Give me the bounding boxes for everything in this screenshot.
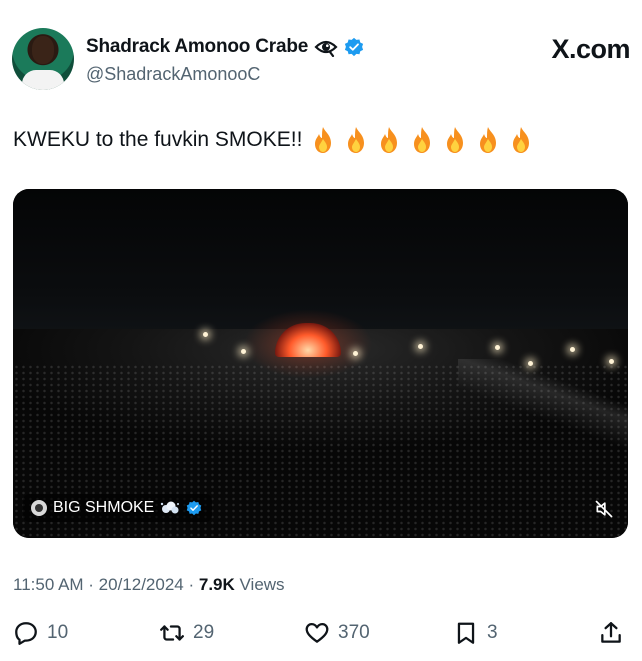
video-channel-label[interactable]: BIG SHMOKE bbox=[23, 494, 213, 522]
reply-icon bbox=[15, 622, 37, 645]
fire-emoji-icon bbox=[410, 126, 434, 154]
views-count: 7.9K bbox=[198, 575, 235, 594]
venue-light bbox=[495, 345, 500, 350]
venue-light bbox=[418, 344, 423, 349]
tweet-text: KWEKU to the fuvkin SMOKE!! bbox=[13, 126, 533, 154]
views-label: Views bbox=[234, 575, 285, 594]
venue-light bbox=[241, 349, 246, 354]
repost-icon bbox=[160, 625, 184, 641]
tweet-actions: 10 29 370 3 bbox=[13, 617, 627, 649]
verified-icon bbox=[344, 37, 364, 57]
repost-button[interactable]: 29 bbox=[159, 620, 214, 646]
repost-count: 29 bbox=[193, 622, 215, 643]
author-name-row: Shadrack Amonoo Crabe bbox=[86, 36, 364, 58]
fire-emoji-icon bbox=[311, 126, 335, 154]
venue-light bbox=[528, 361, 533, 366]
brand-logo: X.com bbox=[551, 34, 630, 64]
venue-light bbox=[570, 347, 575, 352]
heart-icon bbox=[305, 622, 329, 643]
fire-emoji-icon bbox=[377, 126, 401, 154]
venue-light bbox=[353, 351, 358, 356]
author-display-name[interactable]: Shadrack Amonoo Crabe bbox=[86, 36, 308, 58]
author-handle[interactable]: @ShadrackAmonooC bbox=[86, 64, 260, 85]
video-channel-name: BIG SHMOKE bbox=[53, 499, 155, 516]
mute-button[interactable] bbox=[590, 495, 618, 523]
author-avatar[interactable] bbox=[12, 28, 74, 90]
channel-avatar-icon bbox=[31, 500, 47, 516]
tweet-meta: 11:50 AM · 20/12/2024 · 7.9K Views bbox=[13, 575, 285, 595]
share-icon bbox=[601, 622, 621, 643]
like-count: 370 bbox=[338, 622, 370, 643]
fire-emoji-icon bbox=[476, 126, 500, 154]
fire-emoji-icon bbox=[443, 126, 467, 154]
video-player[interactable]: BIG SHMOKE bbox=[13, 189, 628, 538]
bookmark-button[interactable]: 3 bbox=[453, 620, 498, 646]
venue-light bbox=[609, 359, 614, 364]
avatar-face bbox=[32, 36, 54, 64]
bookmark-icon bbox=[457, 622, 475, 644]
reply-button[interactable]: 10 bbox=[13, 620, 68, 646]
fire-emoji-icon bbox=[344, 126, 368, 154]
reply-count: 10 bbox=[47, 622, 69, 643]
share-button[interactable] bbox=[598, 620, 624, 646]
venue-light bbox=[203, 332, 208, 337]
mute-icon bbox=[595, 500, 613, 518]
like-button[interactable]: 370 bbox=[304, 620, 370, 646]
tweet-header: Shadrack Amonoo Crabe @ShadrackAmonooC X… bbox=[12, 28, 632, 92]
eye-icon bbox=[314, 37, 338, 58]
tweet-body: KWEKU to the fuvkin SMOKE!! bbox=[13, 128, 303, 151]
bookmark-count: 3 bbox=[487, 622, 498, 643]
tweet-timestamp[interactable]: 11:50 AM · 20/12/2024 · bbox=[13, 575, 199, 594]
smoke-icon bbox=[160, 500, 180, 516]
avatar-shirt bbox=[22, 70, 64, 90]
fire-emoji-icon bbox=[509, 126, 533, 154]
verified-icon bbox=[186, 500, 202, 516]
